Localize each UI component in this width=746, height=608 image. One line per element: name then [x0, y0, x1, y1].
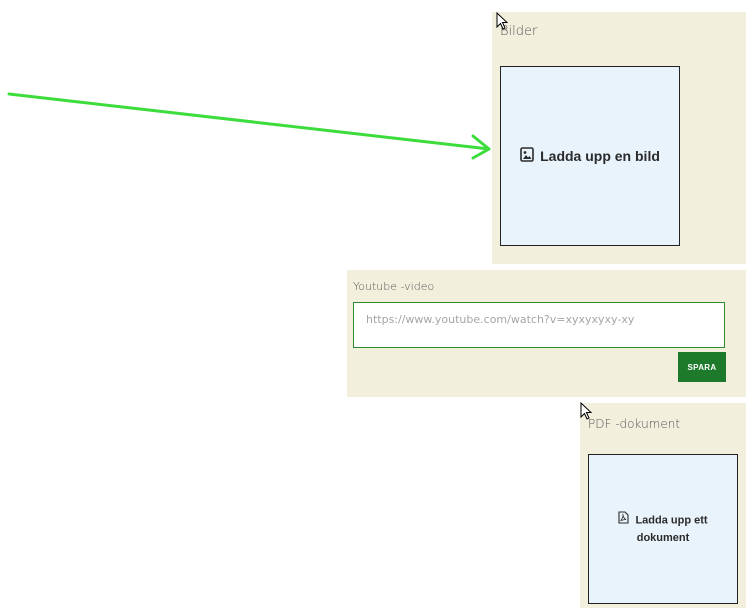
youtube-panel-title: Youtube -video	[353, 280, 435, 293]
mouse-cursor-icon	[496, 12, 509, 30]
page: Bilder Ladda upp en bild Youtube -video …	[0, 0, 746, 608]
youtube-panel: Youtube -video SPARA	[347, 270, 746, 397]
pdf-panel-title: PDF -dokument	[588, 417, 681, 431]
mouse-cursor-icon	[580, 402, 593, 420]
save-button[interactable]: SPARA	[678, 352, 726, 382]
image-upload-dropzone[interactable]: Ladda upp en bild	[500, 66, 680, 246]
images-panel: Bilder Ladda upp en bild	[492, 12, 746, 264]
image-upload-label: Ladda upp en bild	[540, 148, 660, 164]
pdf-file-icon	[618, 511, 629, 530]
pdf-panel: PDF -dokument Ladda upp ett dokument	[580, 403, 746, 608]
document-upload-dropzone[interactable]: Ladda upp ett dokument	[588, 454, 738, 604]
document-upload-label: Ladda upp ett dokument	[635, 514, 708, 544]
image-file-icon	[520, 147, 534, 165]
youtube-url-input[interactable]	[353, 302, 725, 348]
